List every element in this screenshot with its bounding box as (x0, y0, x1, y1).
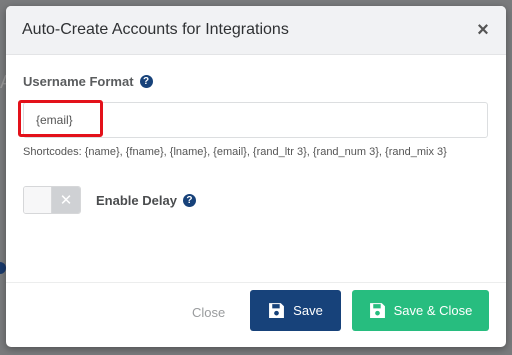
enable-delay-row: ✕ Enable Delay ? (23, 186, 488, 214)
enable-delay-label-text: Enable Delay (96, 192, 177, 208)
close-icon[interactable]: × (474, 20, 492, 40)
enable-delay-label: Enable Delay ? (96, 193, 196, 208)
floppy-disk-icon (369, 303, 385, 318)
enable-delay-toggle[interactable]: ✕ (23, 186, 81, 214)
save-and-close-button-label: Save & Close (393, 303, 473, 318)
auto-create-accounts-modal: Auto-Create Accounts for Integrations × … (6, 6, 506, 347)
username-format-input-wrap (18, 100, 488, 138)
save-button[interactable]: Save (250, 290, 341, 331)
help-icon[interactable]: ? (182, 193, 196, 207)
help-icon[interactable]: ? (139, 74, 153, 88)
floppy-disk-icon (269, 303, 285, 318)
toggle-knob (24, 187, 53, 213)
toggle-off-icon: ✕ (52, 187, 80, 213)
username-format-input[interactable] (23, 102, 488, 138)
username-format-label: Username Format ? (23, 73, 488, 89)
shortcodes-hint: Shortcodes: {name}, {fname}, {lname}, {e… (23, 146, 447, 158)
username-format-label-text: Username Format (23, 73, 134, 89)
save-button-label: Save (293, 303, 323, 318)
save-and-close-button[interactable]: Save & Close (352, 290, 489, 331)
modal-title: Auto-Create Accounts for Integrations (22, 21, 289, 38)
modal-header: Auto-Create Accounts for Integrations × (6, 6, 506, 55)
modal-footer: Close Save Save & Close (6, 282, 506, 347)
close-button[interactable]: Close (192, 305, 225, 320)
modal-body: Username Format ? Shortcodes: {name}, {f… (6, 55, 506, 214)
